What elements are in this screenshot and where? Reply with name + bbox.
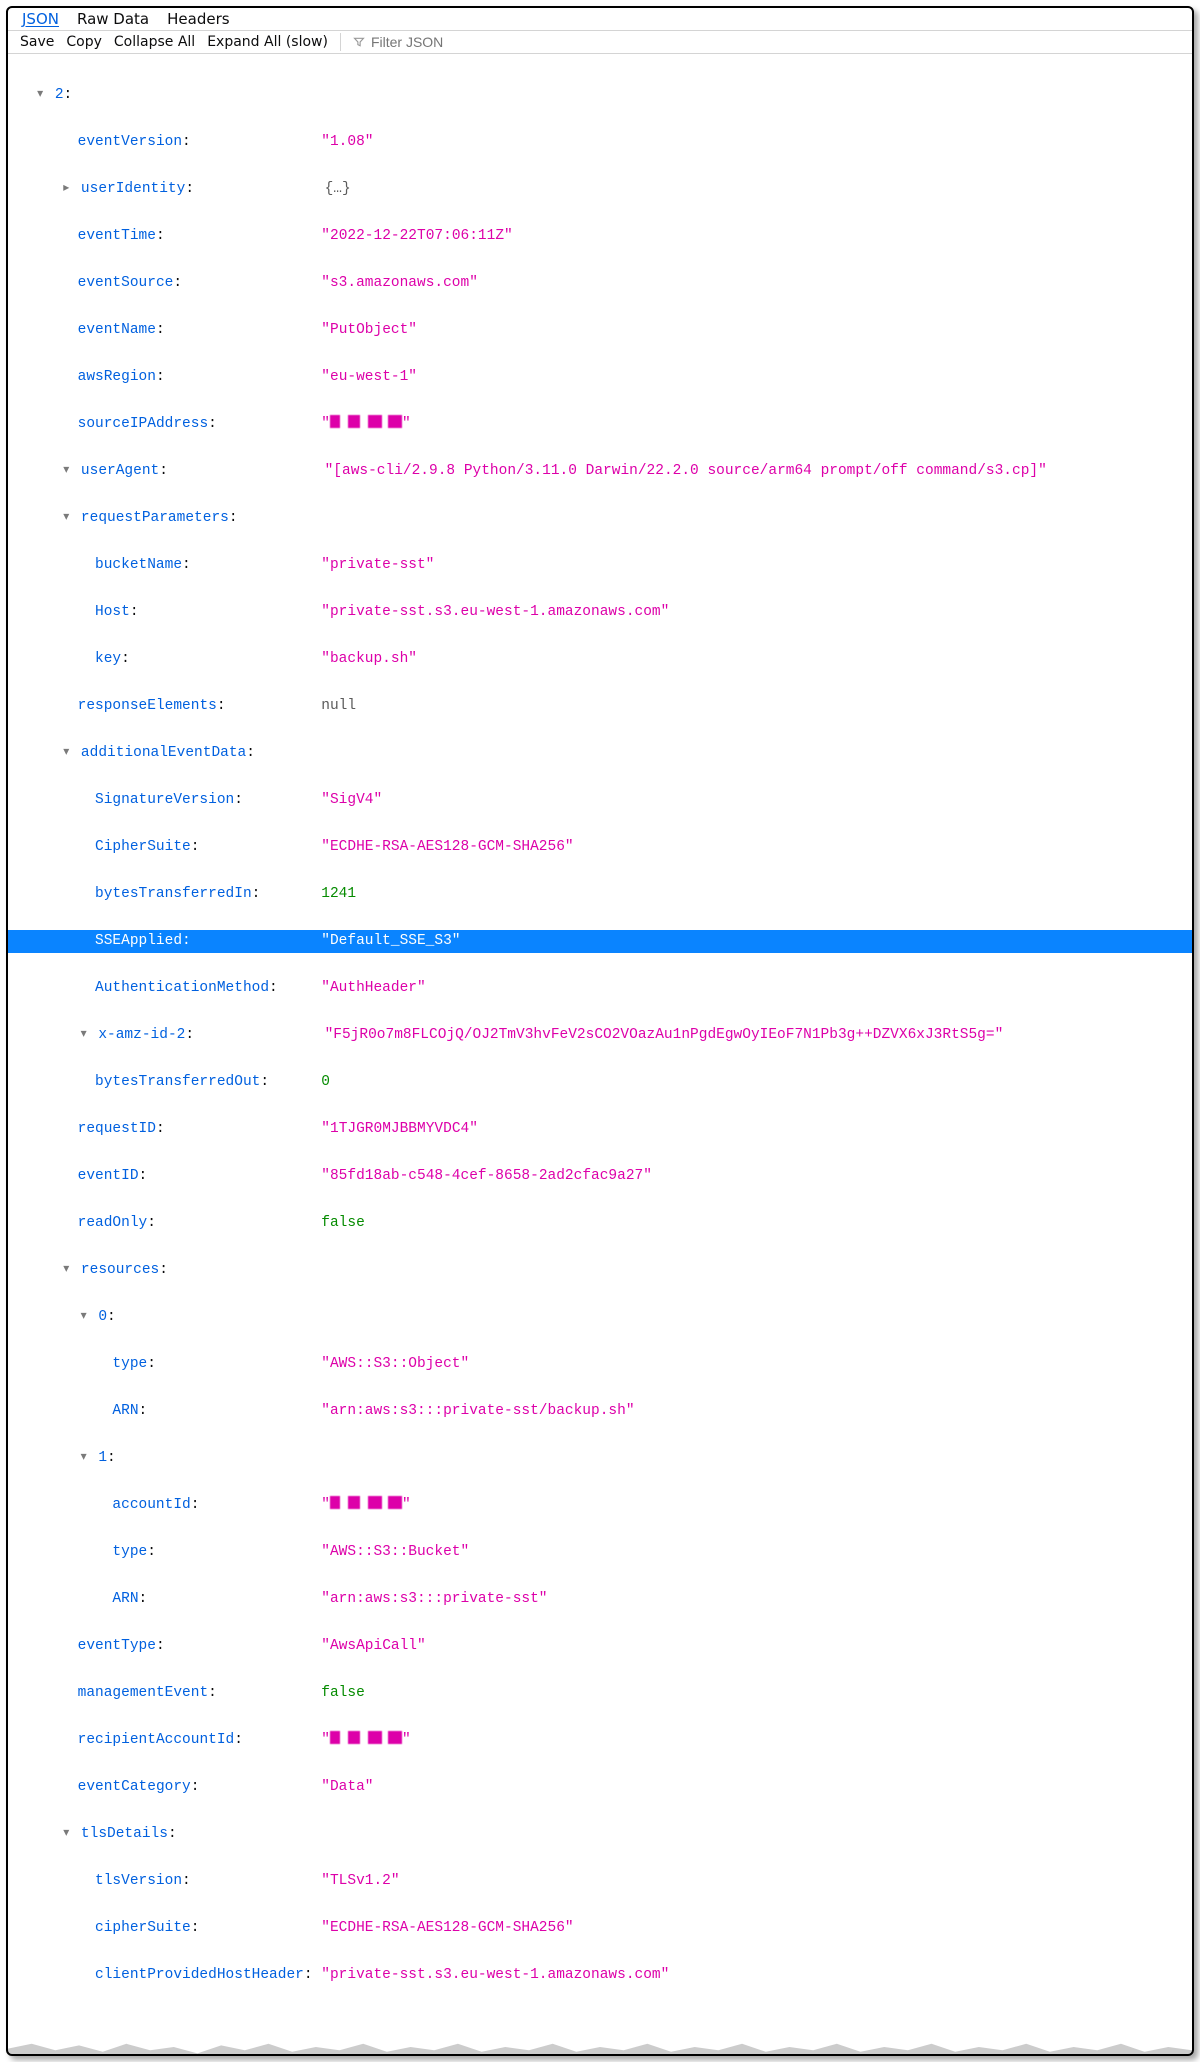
tree-row[interactable]: ▾ requestParameters: (8, 507, 1192, 531)
filter-icon (353, 36, 365, 48)
tree-row[interactable]: ▾ tlsDetails: (8, 1823, 1192, 1847)
tree-row[interactable]: recipientAccountId: "" (8, 1729, 1192, 1753)
filter-field[interactable] (340, 33, 573, 51)
twisty-down-icon[interactable]: ▾ (78, 1028, 90, 1040)
tree-row[interactable]: eventID: "85fd18ab-c548-4cef-8658-2ad2cf… (8, 1165, 1192, 1189)
tree-row[interactable]: type: "AWS::S3::Object" (8, 1353, 1192, 1377)
tree-row[interactable]: ▾ userAgent: "[aws-cli/2.9.8 Python/3.11… (8, 460, 1192, 484)
tree-row[interactable]: awsRegion: "eu-west-1" (8, 366, 1192, 390)
twisty-down-icon[interactable]: ▾ (60, 464, 72, 476)
filter-input[interactable] (369, 33, 573, 51)
json-tree[interactable]: ▾ 2: eventVersion: "1.08" ▸ userIdentity… (8, 54, 1192, 2054)
tree-row[interactable]: eventTime: "2022-12-22T07:06:11Z" (8, 225, 1192, 249)
tab-json[interactable]: JSON (22, 10, 59, 28)
tree-row[interactable]: readOnly: false (8, 1212, 1192, 1236)
redacted-account-id (330, 1496, 402, 1509)
tree-row[interactable]: key: "backup.sh" (8, 648, 1192, 672)
save-button[interactable]: Save (20, 34, 54, 50)
twisty-down-icon[interactable]: ▾ (60, 511, 72, 523)
tab-raw-data[interactable]: Raw Data (77, 10, 149, 28)
tree-row[interactable]: ▾ 0: (8, 1306, 1192, 1330)
tree-row[interactable]: eventName: "PutObject" (8, 319, 1192, 343)
tree-row[interactable]: sourceIPAddress: "" (8, 413, 1192, 437)
tree-row[interactable]: clientProvidedHostHeader: "private-sst.s… (8, 1964, 1192, 1988)
tree-row[interactable]: managementEvent: false (8, 1682, 1192, 1706)
twisty-down-icon[interactable]: ▾ (34, 88, 46, 100)
tree-row[interactable]: ARN: "arn:aws:s3:::private-sst/backup.sh… (8, 1400, 1192, 1424)
tree-row[interactable]: ▾ 2: (8, 84, 1192, 108)
tree-row[interactable]: cipherSuite: "ECDHE-RSA-AES128-GCM-SHA25… (8, 1917, 1192, 1941)
tree-row[interactable]: ARN: "arn:aws:s3:::private-sst" (8, 1588, 1192, 1612)
tree-row[interactable]: ▾ additionalEventData: (8, 742, 1192, 766)
twisty-right-icon[interactable]: ▸ (60, 182, 72, 194)
tree-row[interactable]: eventType: "AwsApiCall" (8, 1635, 1192, 1659)
tree-row[interactable]: ▸ userIdentity: {…} (8, 178, 1192, 202)
tree-row[interactable]: ▾ 1: (8, 1447, 1192, 1471)
twisty-down-icon[interactable]: ▾ (78, 1310, 90, 1322)
tree-row[interactable]: bytesTransferredIn: 1241 (8, 883, 1192, 907)
tree-row[interactable]: ▾ resources: (8, 1259, 1192, 1283)
tree-row[interactable]: accountId: "" (8, 1494, 1192, 1518)
tree-row-selected[interactable]: SSEApplied: "Default_SSE_S3" (8, 930, 1192, 954)
tree-row[interactable]: eventCategory: "Data" (8, 1776, 1192, 1800)
tree-row[interactable]: bytesTransferredOut: 0 (8, 1071, 1192, 1095)
tree-row[interactable]: eventSource: "s3.amazonaws.com" (8, 272, 1192, 296)
tab-headers[interactable]: Headers (167, 10, 229, 28)
viewer-toolbar: Save Copy Collapse All Expand All (slow) (8, 31, 1192, 54)
tree-row[interactable]: SignatureVersion: "SigV4" (8, 789, 1192, 813)
redacted-ip (330, 415, 402, 428)
tree-row[interactable]: responseElements: null (8, 695, 1192, 719)
tree-row[interactable]: requestID: "1TJGR0MJBBMYVDC4" (8, 1118, 1192, 1142)
twisty-down-icon[interactable]: ▾ (60, 1827, 72, 1839)
tree-row[interactable]: CipherSuite: "ECDHE-RSA-AES128-GCM-SHA25… (8, 836, 1192, 860)
tree-row[interactable]: bucketName: "private-sst" (8, 554, 1192, 578)
json-viewer-window: JSON Raw Data Headers Save Copy Collapse… (6, 6, 1194, 2056)
tree-row[interactable]: type: "AWS::S3::Bucket" (8, 1541, 1192, 1565)
viewer-tabs: JSON Raw Data Headers (8, 8, 1192, 31)
copy-button[interactable]: Copy (66, 34, 102, 50)
expand-all-button[interactable]: Expand All (slow) (207, 34, 328, 50)
tree-row[interactable]: ▾ x-amz-id-2: "F5jR0o7m8FLCOjQ/OJ2TmV3hv… (8, 1024, 1192, 1048)
twisty-down-icon[interactable]: ▾ (78, 1451, 90, 1463)
twisty-down-icon[interactable]: ▾ (60, 1263, 72, 1275)
collapse-all-button[interactable]: Collapse All (114, 34, 195, 50)
tree-row[interactable]: eventVersion: "1.08" (8, 131, 1192, 155)
redacted-account-id (330, 1731, 402, 1744)
tree-row[interactable]: AuthenticationMethod: "AuthHeader" (8, 977, 1192, 1001)
tree-row[interactable]: Host: "private-sst.s3.eu-west-1.amazonaw… (8, 601, 1192, 625)
twisty-down-icon[interactable]: ▾ (60, 746, 72, 758)
tree-row[interactable]: tlsVersion: "TLSv1.2" (8, 1870, 1192, 1894)
